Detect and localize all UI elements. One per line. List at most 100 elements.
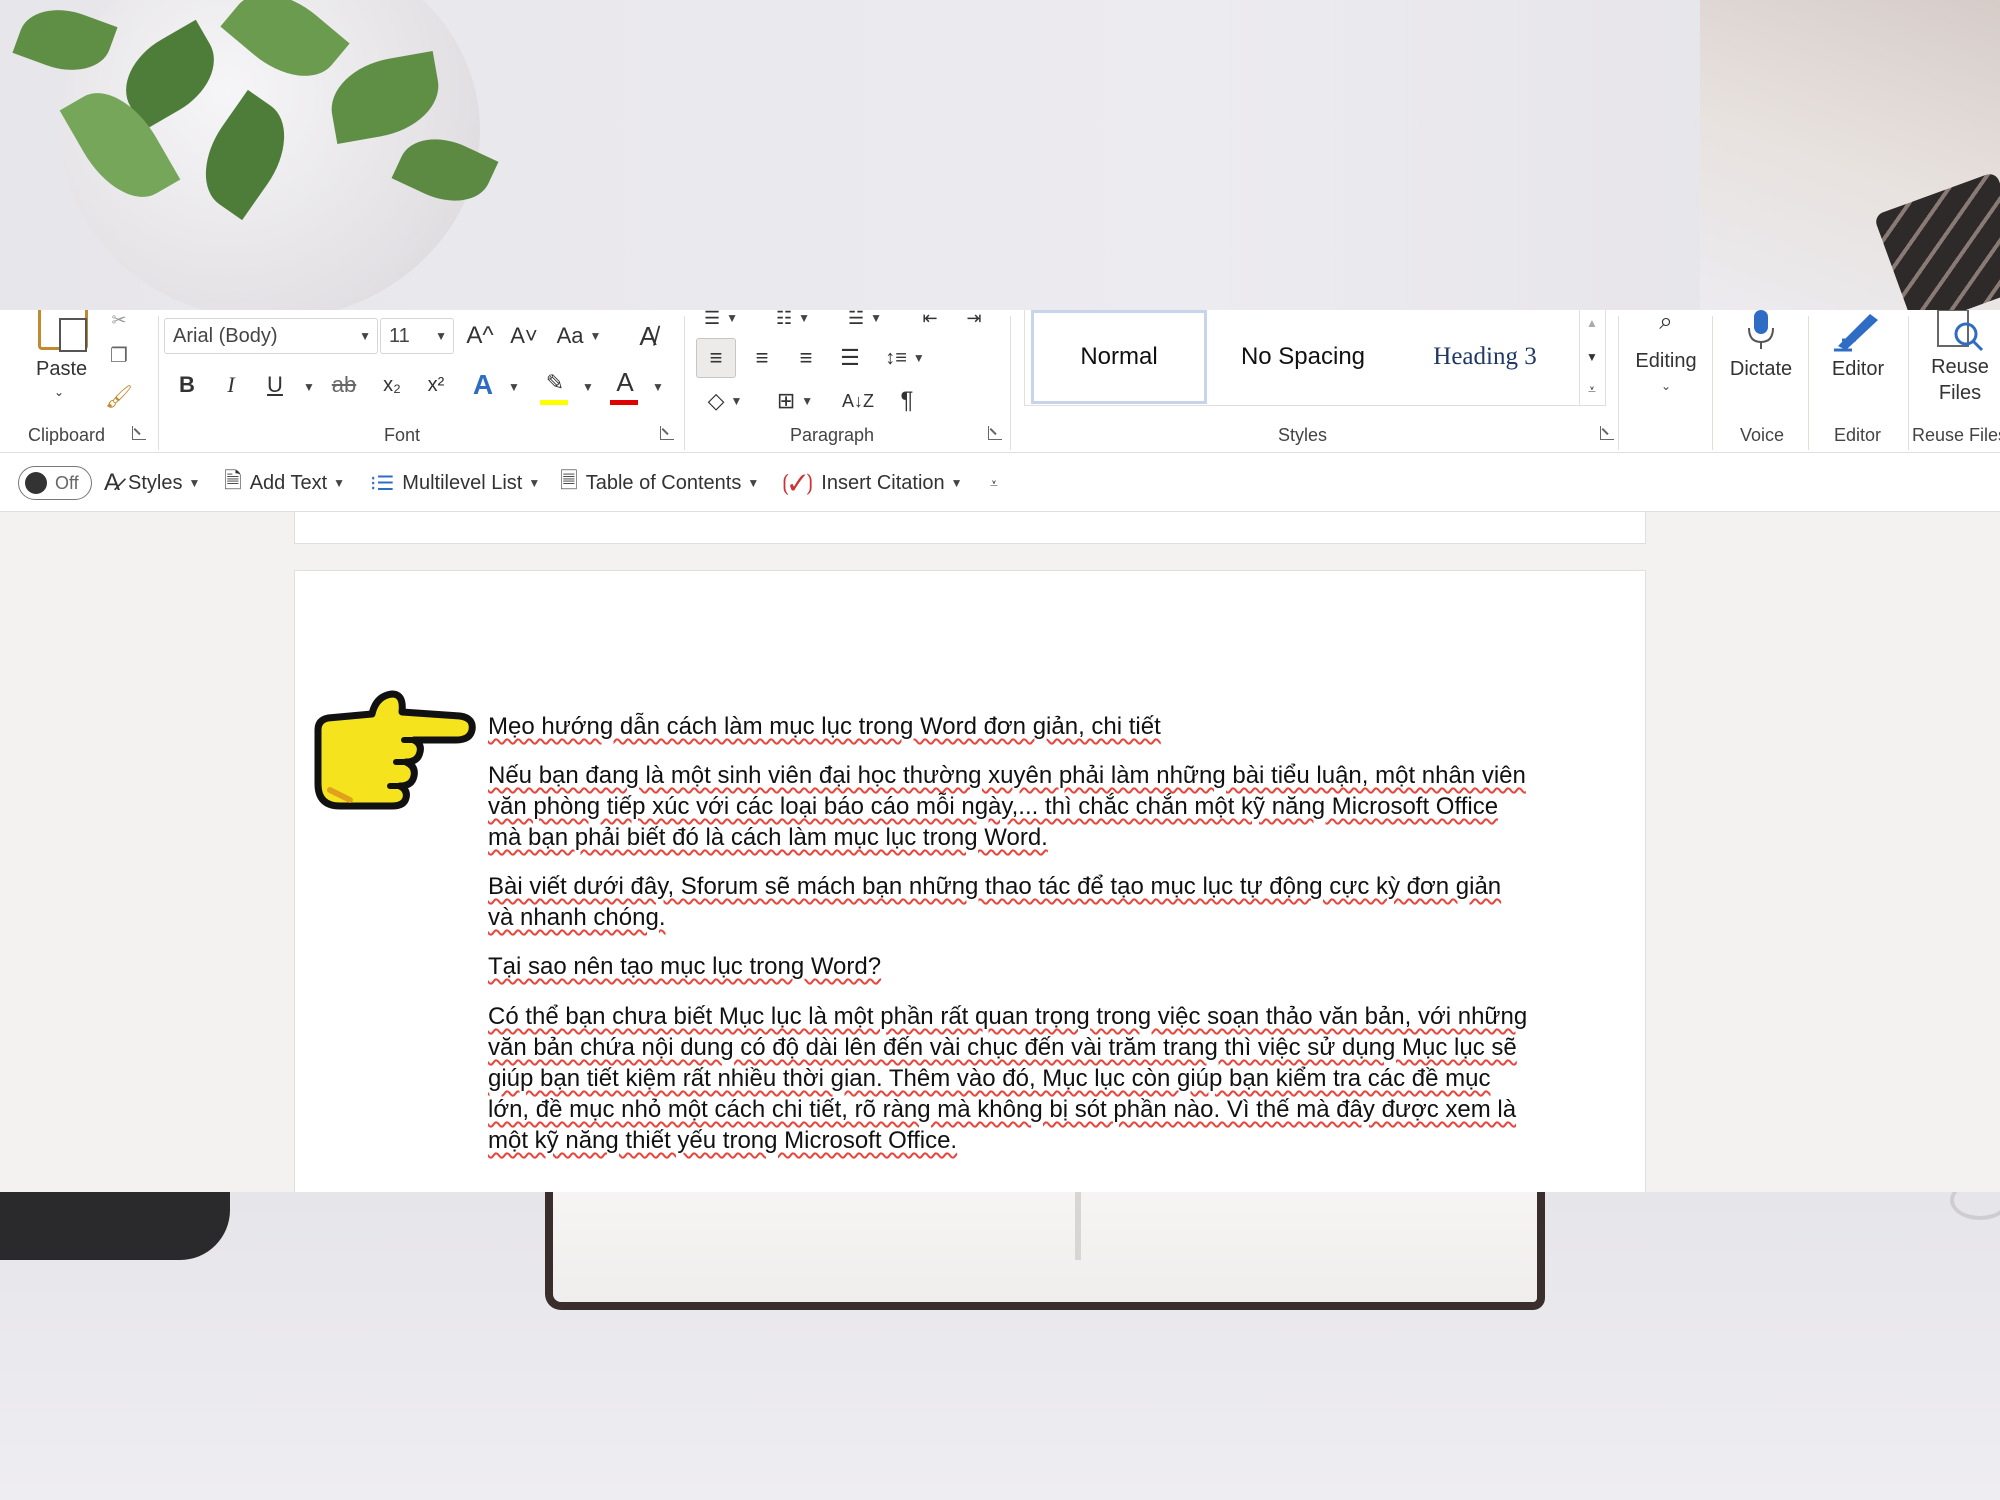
group-separator: [1618, 316, 1619, 450]
font-name-combo[interactable]: Arial (Body) ▼: [164, 318, 378, 354]
shrink-font-button[interactable]: A˅: [506, 318, 542, 354]
styles-dialog-launcher-icon[interactable]: [1600, 426, 1614, 440]
borders-icon[interactable]: ⊞ ▼: [766, 382, 824, 420]
reuse-files-label-line2[interactable]: Files: [1920, 380, 2000, 406]
add-text-icon: 🗎: [224, 468, 242, 493]
styles-icon: A̷: [104, 469, 121, 496]
editor-button[interactable]: Editor: [1820, 354, 1896, 384]
style-normal[interactable]: Normal: [1031, 310, 1207, 404]
editing-chevron-icon[interactable]: ⌄: [1656, 376, 1676, 396]
change-case-button[interactable]: Aa ▼: [554, 318, 604, 354]
line-spacing-icon[interactable]: ↕≡ ▼: [876, 338, 934, 378]
reuse-files-icon[interactable]: [1934, 310, 1986, 352]
style-heading-3[interactable]: Heading 3: [1395, 310, 1575, 404]
word-window: Paste ⌄ ✂ ❐ 🖌 Clipboard Arial (Body) ▼ 1…: [0, 310, 2000, 1192]
italic-button[interactable]: I: [214, 368, 248, 402]
styles-gallery-scroll: ▲ ▼ ⩡: [1580, 310, 1606, 406]
shading-icon[interactable]: ◇ ▼: [698, 382, 752, 420]
document-area: Mẹo hướng dẫn cách làm mục lục trong Wor…: [0, 512, 2000, 1192]
font-size-combo[interactable]: 11 ▼: [380, 318, 454, 354]
chevron-down-icon: ▼: [589, 329, 602, 343]
editor-pen-icon[interactable]: [1832, 310, 1884, 352]
reuse-files-label-line1[interactable]: Reuse: [1920, 354, 2000, 380]
customize-toolbar-icon[interactable]: ⩡: [990, 468, 998, 498]
paragraph-dialog-launcher-icon[interactable]: [988, 426, 1002, 440]
sort-icon[interactable]: A↓Z: [840, 382, 876, 420]
multilevel-list-label: Multilevel List: [402, 471, 523, 494]
style-no-spacing[interactable]: No Spacing: [1215, 310, 1391, 404]
grow-font-button[interactable]: A^: [462, 318, 498, 354]
multilevel-list-icon[interactable]: ☱ ▼: [840, 310, 890, 328]
numbering-icon[interactable]: ☷ ▼: [768, 310, 818, 328]
paste-chevron-icon[interactable]: ⌄: [48, 384, 70, 400]
multilevel-list-icon: ⁝☰: [370, 472, 395, 495]
align-left-icon[interactable]: ≡: [696, 338, 736, 378]
font-size-value: 11: [389, 324, 410, 347]
doc-paragraph[interactable]: Có thể bạn chưa biết Mục lục là một phần…: [488, 1001, 1528, 1156]
table-of-contents-button[interactable]: 🗏 Table of Contents ▼: [560, 468, 759, 498]
document-page[interactable]: Mẹo hướng dẫn cách làm mục lục trong Wor…: [294, 570, 1646, 1192]
clear-formatting-icon[interactable]: A̸: [628, 318, 668, 354]
highlighter-icon[interactable]: ✎: [538, 366, 572, 400]
text-effects-chevron-icon[interactable]: ▼: [500, 372, 522, 402]
doc-paragraph[interactable]: Nếu bạn đang là một sinh viên đại học th…: [488, 760, 1528, 853]
search-icon[interactable]: ⌕: [1646, 310, 1686, 335]
change-case-label: Aa: [556, 323, 584, 348]
text-effects-button[interactable]: A: [466, 366, 500, 404]
add-text-button[interactable]: 🗎 Add Text ▼: [224, 468, 345, 498]
paste-icon[interactable]: [38, 310, 88, 352]
gallery-more-icon[interactable]: ⩡: [1580, 376, 1604, 402]
styles-menu-label: Styles: [128, 471, 183, 494]
superscript-button[interactable]: x²: [418, 368, 454, 402]
toggle-switch[interactable]: Off: [18, 466, 92, 500]
format-painter-icon[interactable]: 🖌: [104, 382, 134, 412]
group-separator: [1908, 316, 1909, 450]
doc-paragraph[interactable]: Bài viết dưới đây, Sforum sẽ mách bạn nh…: [488, 871, 1528, 933]
doc-paragraph[interactable]: Mẹo hướng dẫn cách làm mục lục trong Wor…: [488, 711, 1528, 742]
phone: [0, 1180, 230, 1260]
subscript-button[interactable]: x₂: [374, 368, 410, 402]
table-of-contents-label: Table of Contents: [585, 471, 742, 494]
underline-button[interactable]: U: [258, 368, 292, 402]
reuse-files-group-label: Reuse Files: [1912, 425, 2000, 445]
styles-menu-button[interactable]: A̷ Styles ▼: [104, 468, 200, 498]
paragraph-group-label: Paragraph: [790, 425, 875, 445]
font-color-chevron-icon[interactable]: ▼: [644, 372, 666, 402]
justify-icon[interactable]: ☰: [830, 338, 870, 378]
show-marks-button[interactable]: ¶: [890, 382, 924, 420]
clipboard-dialog-launcher-icon[interactable]: [132, 426, 146, 440]
voice-group-label: Voice: [1740, 425, 1785, 445]
strikethrough-button[interactable]: ab: [324, 368, 364, 402]
editing-button[interactable]: Editing: [1626, 346, 1706, 376]
increase-indent-icon[interactable]: ⇥: [958, 310, 990, 328]
font-color-button[interactable]: A: [608, 364, 642, 400]
bold-button[interactable]: B: [170, 368, 204, 402]
dictate-button[interactable]: Dictate: [1718, 354, 1804, 384]
align-right-icon[interactable]: ≡: [786, 338, 826, 378]
font-dialog-launcher-icon[interactable]: [660, 426, 674, 440]
group-separator: [158, 316, 159, 450]
underline-chevron-icon[interactable]: ▼: [294, 372, 318, 402]
multilevel-list-button[interactable]: ⁝☰ Multilevel List ▼: [370, 468, 540, 498]
highlight-chevron-icon[interactable]: ▼: [574, 372, 596, 402]
chevron-down-icon: ▼: [435, 329, 447, 343]
pointing-hand-icon: [314, 690, 476, 810]
doc-heading[interactable]: Tại sao nên tạo mục lục trong Word?: [488, 951, 1528, 982]
gallery-down-icon[interactable]: ▼: [1580, 344, 1604, 370]
doc-paragraph-text: Có thể bạn chưa biết Mục lục là một phần…: [488, 1003, 1528, 1154]
ribbon-home: Paste ⌄ ✂ ❐ 🖌 Clipboard Arial (Body) ▼ 1…: [0, 310, 2000, 452]
bullets-icon[interactable]: ☰ ▼: [696, 310, 746, 328]
paste-button-label[interactable]: Paste: [36, 358, 87, 381]
add-text-label: Add Text: [249, 471, 328, 494]
decrease-indent-icon[interactable]: ⇤: [914, 310, 946, 328]
cut-icon[interactable]: ✂: [104, 310, 134, 330]
copy-icon[interactable]: ❐: [104, 340, 134, 370]
highlight-color-swatch: [540, 400, 568, 405]
insert-citation-button[interactable]: ⟮✓⟯ Insert Citation ▼: [782, 468, 963, 498]
group-separator: [1712, 316, 1713, 450]
font-color-swatch: [610, 400, 638, 405]
font-group-label: Font: [384, 425, 421, 445]
align-center-icon[interactable]: ≡: [742, 338, 782, 378]
microphone-icon[interactable]: [1744, 310, 1778, 350]
gallery-up-icon[interactable]: ▲: [1580, 310, 1604, 336]
